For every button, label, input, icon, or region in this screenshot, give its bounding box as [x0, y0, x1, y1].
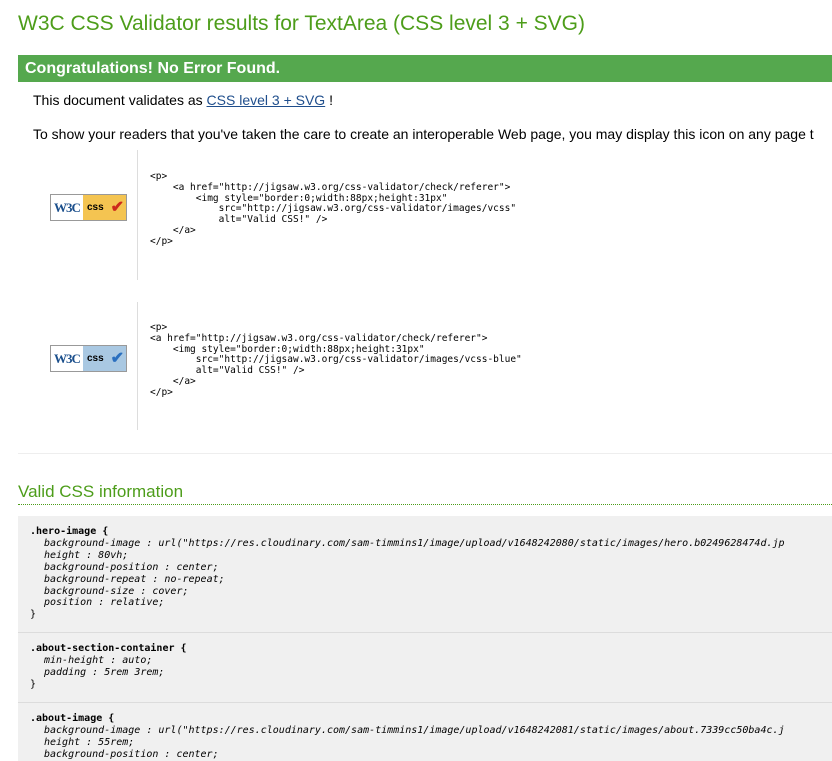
property-value: : 55rem;	[80, 736, 135, 748]
checkmark-icon: ✔	[110, 350, 124, 367]
property-name: background-position	[44, 561, 159, 573]
badge-css-label: css	[87, 202, 104, 213]
checkmark-icon: ✔	[110, 199, 124, 216]
property-value: : no-repeat;	[146, 573, 225, 585]
rule-close-brace: }	[30, 678, 37, 690]
rule-selector: .hero-image {	[30, 526, 109, 537]
property-value: : url("https://res.cloudinary.com/sam-ti…	[140, 537, 785, 549]
property-name: position	[44, 597, 93, 609]
badge-code-snippet: <p> <a href="http://jigsaw.w3.org/css-va…	[150, 171, 517, 247]
rule-property: height : 55rem;	[30, 737, 832, 749]
valid-css-icon[interactable]: W3C css ✔	[50, 194, 127, 221]
page-title: W3C CSS Validator results for TextArea (…	[18, 12, 586, 35]
css-rule: .about-image {background-image : url("ht…	[18, 703, 832, 761]
property-name: min-height	[44, 655, 105, 667]
property-value: : auto;	[104, 655, 153, 667]
rule-property: background-image : url("https://res.clou…	[30, 725, 832, 737]
rule-property: padding : 5rem 3rem;	[30, 667, 832, 679]
rule-close-brace: }	[30, 609, 37, 621]
property-value: : center;	[158, 748, 219, 760]
badge-css-label: css	[87, 353, 104, 364]
badge-code-snippet: <p> <a href="http://jigsaw.w3.org/css-va…	[150, 322, 522, 398]
readers-message: To show your readers that you've taken t…	[33, 126, 814, 142]
badge-block-gold: W3C css ✔ <p> <a href="http://jigsaw.w3.…	[33, 150, 832, 280]
validates-prefix: This document validates as	[33, 92, 203, 108]
property-name: height	[44, 549, 81, 561]
badge-block-blue: W3C css ✔ <p> <a href="http://jigsaw.w3.…	[33, 302, 832, 430]
css-rule: .about-section-container {min-height : a…	[18, 633, 832, 703]
rule-selector: .about-image {	[30, 712, 115, 724]
badge-css-panel: css ✔	[83, 195, 126, 220]
property-name: height	[44, 736, 81, 748]
w3c-logo-text: W3C	[51, 346, 83, 371]
property-name: background-size	[44, 585, 135, 597]
success-banner: Congratulations! No Error Found.	[18, 55, 832, 82]
css-rule: .hero-image {background-image : url("htt…	[18, 516, 832, 634]
property-value: : url("https://res.cloudinary.com/sam-ti…	[140, 724, 785, 736]
property-value: : cover;	[134, 585, 189, 597]
rule-selector: .about-section-container {	[30, 643, 187, 655]
property-name: background-position	[44, 748, 159, 760]
css-profile-link[interactable]: CSS level 3 + SVG	[207, 92, 326, 108]
code-divider	[137, 302, 138, 430]
rule-property: background-repeat : no-repeat;	[30, 574, 832, 586]
valid-css-blue-icon[interactable]: W3C css ✔	[50, 345, 127, 372]
css-rules-list: .hero-image {background-image : url("htt…	[18, 516, 832, 761]
property-name: background-image	[44, 537, 141, 549]
validates-suffix: !	[325, 92, 333, 108]
property-value: : center;	[158, 561, 219, 573]
property-value: : 80vh;	[80, 549, 129, 561]
property-name: padding	[44, 667, 87, 679]
property-name: background-repeat	[44, 573, 147, 585]
rule-property: background-image : url("https://res.clou…	[30, 538, 832, 550]
property-value: : 5rem 3rem;	[86, 667, 165, 679]
w3c-logo-text: W3C	[51, 195, 83, 220]
valid-css-heading: Valid CSS information	[18, 482, 832, 505]
rule-property: height : 80vh;	[30, 550, 832, 562]
rule-property: min-height : auto;	[30, 655, 832, 667]
rule-property: background-position : center;	[30, 562, 832, 574]
badge-css-panel: css ✔	[83, 346, 126, 371]
rule-property: background-size : cover;	[30, 586, 832, 598]
rule-property: position : relative;	[30, 597, 832, 609]
rule-property: background-position : center;	[30, 749, 832, 761]
validates-message: This document validates as CSS level 3 +…	[33, 92, 333, 108]
code-divider	[137, 150, 138, 280]
property-value: : relative;	[92, 597, 165, 609]
section-separator	[18, 453, 832, 454]
property-name: background-image	[44, 724, 141, 736]
